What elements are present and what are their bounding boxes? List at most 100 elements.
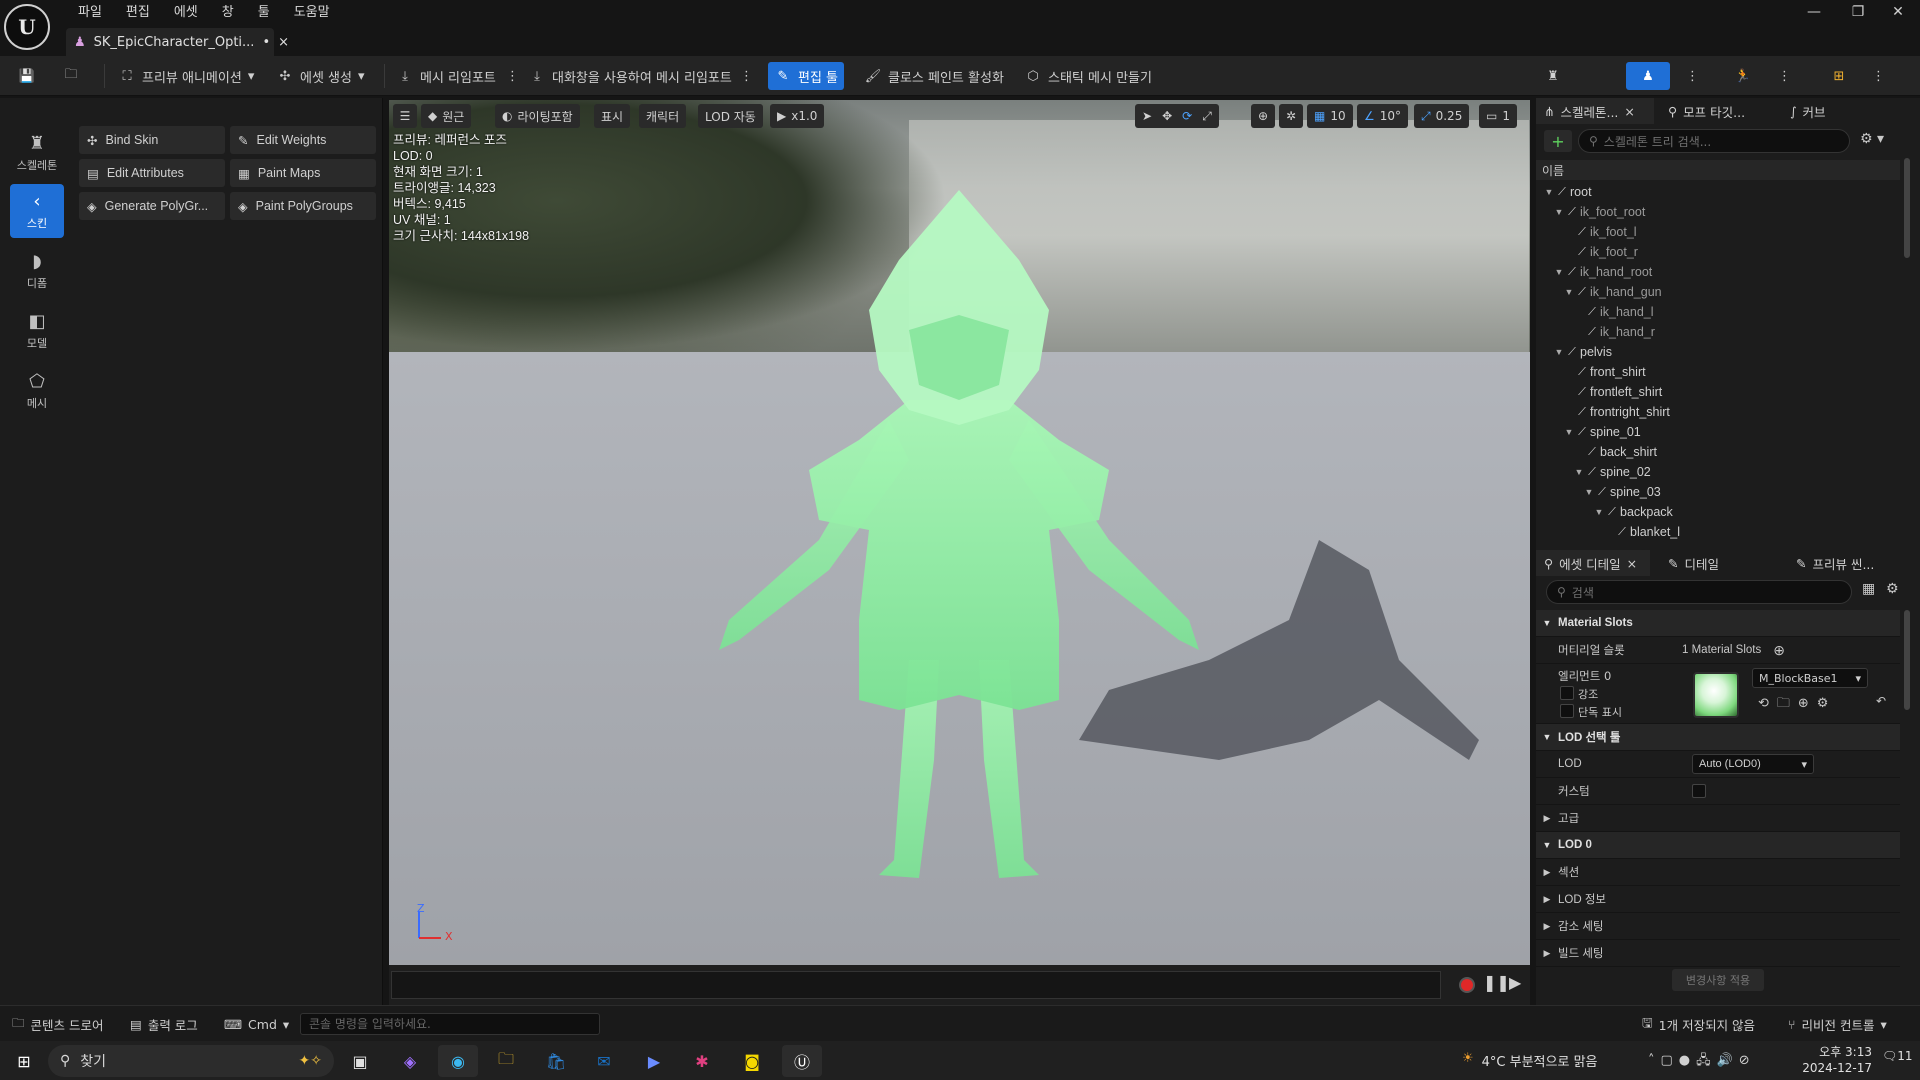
expand-arrow-icon[interactable]: ▼: [1564, 287, 1574, 297]
restore-button[interactable]: ❐: [1836, 0, 1880, 24]
character-mesh[interactable]: [389, 100, 1530, 965]
edit-weights-tool[interactable]: ✎ Edit Weights: [230, 126, 376, 154]
category-lod0[interactable]: ▼ LOD 0: [1536, 832, 1900, 859]
bind-skin-tool[interactable]: ✣ Bind Skin: [79, 126, 225, 154]
lod-dropdown[interactable]: Auto (LOD0) ▾: [1692, 754, 1814, 774]
details-scrollbar[interactable]: [1904, 610, 1910, 710]
system-tray-icons[interactable]: ˄▢●🖧🔊⊘: [1648, 1051, 1756, 1073]
file-explorer-icon[interactable]: 🗀: [486, 1045, 526, 1077]
tab-morph-targets[interactable]: ⚲ 모프 타깃...: [1660, 98, 1753, 124]
minimize-button[interactable]: —: [1792, 0, 1836, 24]
bone-row[interactable]: ⟋ ik_foot_l: [1536, 222, 1900, 242]
bone-row[interactable]: ⟋ back_shirt: [1536, 442, 1900, 462]
surface-snap-button[interactable]: ✲: [1279, 104, 1303, 128]
scale-icon[interactable]: ⤢: [1202, 109, 1212, 124]
show-button[interactable]: 표시: [594, 104, 631, 128]
bone-row[interactable]: ⟋ blanket_l: [1536, 522, 1900, 542]
bone-row[interactable]: ▼ ⟋ spine_02: [1536, 462, 1900, 482]
close-icon[interactable]: ×: [1627, 556, 1637, 571]
document-tab[interactable]: ♟ SK_EpicCharacter_Opti... • ×: [66, 28, 289, 56]
bone-row[interactable]: ▼ ⟋ root: [1536, 182, 1900, 202]
paint-maps-tool[interactable]: ▦ Paint Maps: [230, 159, 376, 187]
viewport[interactable]: ☰ ◆ 원근 ◐ 라이팅포함 표시 캐릭터 LOD 자동 ▶ x1.0 ➤ ✥ ⟳ ⤢…: [389, 100, 1530, 965]
close-tab-icon[interactable]: ×: [278, 35, 289, 50]
material-dropdown[interactable]: M_BlockBase1 ▾: [1752, 668, 1868, 688]
mesh-mode-button[interactable]: ♟: [1626, 62, 1670, 90]
move-icon[interactable]: ✥: [1162, 109, 1172, 123]
category-lod-picker[interactable]: ▼ LOD 선택 툴: [1536, 724, 1900, 751]
windows-start-icon[interactable]: ⊞: [4, 1045, 44, 1077]
revision-control-button[interactable]: ⑂ 리비전 컨트롤 ▾: [1780, 1012, 1895, 1036]
content-drawer-button[interactable]: 🗀 콘텐츠 드로어: [4, 1012, 112, 1036]
menu-edit[interactable]: 편집: [114, 2, 162, 24]
expand-arrow-icon[interactable]: ▼: [1554, 347, 1564, 357]
timeline-track[interactable]: [391, 971, 1441, 999]
row-lod-info[interactable]: ▶ LOD 정보: [1536, 886, 1900, 913]
playback-speed-button[interactable]: ▶ x1.0: [770, 104, 825, 128]
isolate-checkbox[interactable]: [1560, 704, 1574, 718]
select-icon[interactable]: ➤: [1142, 109, 1152, 123]
menu-help[interactable]: 도움말: [282, 2, 342, 24]
bone-row[interactable]: ⟋ ik_foot_r: [1536, 242, 1900, 262]
grid-snap-button[interactable]: ▦ 10: [1307, 104, 1353, 128]
lod-button[interactable]: LOD 자동: [698, 104, 763, 128]
reset-icon[interactable]: ↶: [1876, 694, 1886, 708]
details-search-input[interactable]: ⚲ 검색: [1546, 580, 1852, 604]
bone-row[interactable]: ⟋ frontright_shirt: [1536, 402, 1900, 422]
output-log-button[interactable]: ▤ 출력 로그: [122, 1012, 206, 1036]
generate-polygroups-tool[interactable]: ◈ Generate PolyGr...: [79, 192, 225, 220]
custom-checkbox[interactable]: [1692, 784, 1706, 798]
world-local-button[interactable]: ⊕: [1251, 104, 1275, 128]
expand-arrow-icon[interactable]: ▼: [1584, 487, 1594, 497]
bone-row[interactable]: ▼ ⟋ backpack: [1536, 502, 1900, 522]
skeleton-mode-button[interactable]: ♜: [1532, 62, 1574, 90]
scale-snap-button[interactable]: ⤢ 0.25: [1414, 104, 1470, 128]
edit-tools-button[interactable]: ✎ 편집 툴: [768, 62, 845, 90]
expand-arrow-icon[interactable]: ▼: [1564, 427, 1574, 437]
expand-arrow-icon[interactable]: ▼: [1574, 467, 1584, 477]
rotate-icon[interactable]: ⟳: [1182, 109, 1192, 123]
bone-row[interactable]: ▼ ⟋ spine_01: [1536, 422, 1900, 442]
character-button[interactable]: 캐릭터: [639, 104, 687, 128]
bone-row[interactable]: ▼ ⟋ ik_foot_root: [1536, 202, 1900, 222]
close-icon[interactable]: ×: [1624, 104, 1634, 119]
store-icon[interactable]: 🛍: [536, 1045, 576, 1077]
menu-tools[interactable]: 툴: [246, 2, 282, 24]
blueprint-mode-options[interactable]: ⋮: [1866, 62, 1891, 90]
mesh-mode-options[interactable]: ⋮: [1680, 62, 1705, 90]
menu-file[interactable]: 파일: [66, 2, 114, 24]
paint-polygroups-tool[interactable]: ◈ Paint PolyGroups: [230, 192, 376, 220]
cmd-dropdown[interactable]: ⌨ Cmd ▾: [216, 1012, 297, 1036]
reimport-mesh-button[interactable]: ⤓ 메시 리임포트: [390, 62, 502, 90]
row-reduction[interactable]: ▶ 감소 세팅: [1536, 913, 1900, 940]
row-build[interactable]: ▶ 빌드 세팅: [1536, 940, 1900, 967]
preview-animation-button[interactable]: ⛶ 프리뷰 애니메이션 ▾: [112, 62, 260, 90]
mode-skin[interactable]: ‹ 스킨: [10, 184, 64, 238]
make-static-mesh-button[interactable]: ⬡ 스태틱 메시 만들기: [1018, 62, 1158, 90]
bone-row[interactable]: ⟋ ik_hand_r: [1536, 322, 1900, 342]
apply-changes-button[interactable]: 변경사항 적용: [1671, 969, 1765, 991]
bone-row[interactable]: ⟋ front_shirt: [1536, 362, 1900, 382]
material-thumbnail[interactable]: [1693, 672, 1739, 718]
cloth-paint-button[interactable]: 🖌 클로스 페인트 활성화: [858, 62, 1010, 90]
highlight-checkbox[interactable]: [1560, 686, 1574, 700]
mode-mesh[interactable]: ⬠ 메시: [10, 364, 64, 418]
edit-attributes-tool[interactable]: ▤ Edit Attributes: [79, 159, 225, 187]
weather-widget[interactable]: ☀ 4°C 부분적으로 맑음: [1462, 1051, 1598, 1070]
close-window-button[interactable]: ✕: [1876, 0, 1920, 24]
reimport-dialog-options-button[interactable]: ⋮: [734, 62, 759, 90]
step-forward-icon[interactable]: ▶: [1509, 973, 1521, 992]
animation-mode-options[interactable]: ⋮: [1772, 62, 1797, 90]
bone-row[interactable]: ⟋ frontleft_shirt: [1536, 382, 1900, 402]
bone-row[interactable]: ▼ ⟋ spine_03: [1536, 482, 1900, 502]
tab-preview-scene[interactable]: ✎ 프리뷰 씬...: [1788, 550, 1882, 576]
bone-row[interactable]: ▼ ⟋ pelvis: [1536, 342, 1900, 362]
tab-curves[interactable]: ∫ 커브: [1782, 98, 1834, 124]
skeleton-search-input[interactable]: ⚲ 스켈레톤 트리 검색...: [1578, 129, 1850, 153]
expand-arrow-icon[interactable]: ▼: [1554, 267, 1564, 277]
save-button[interactable]: 💾: [12, 62, 42, 90]
viewport-menu-button[interactable]: ☰: [393, 104, 417, 128]
row-sections[interactable]: ▶ 섹션: [1536, 859, 1900, 886]
media-player-icon[interactable]: ▶: [634, 1045, 674, 1077]
record-button[interactable]: [1459, 977, 1475, 993]
